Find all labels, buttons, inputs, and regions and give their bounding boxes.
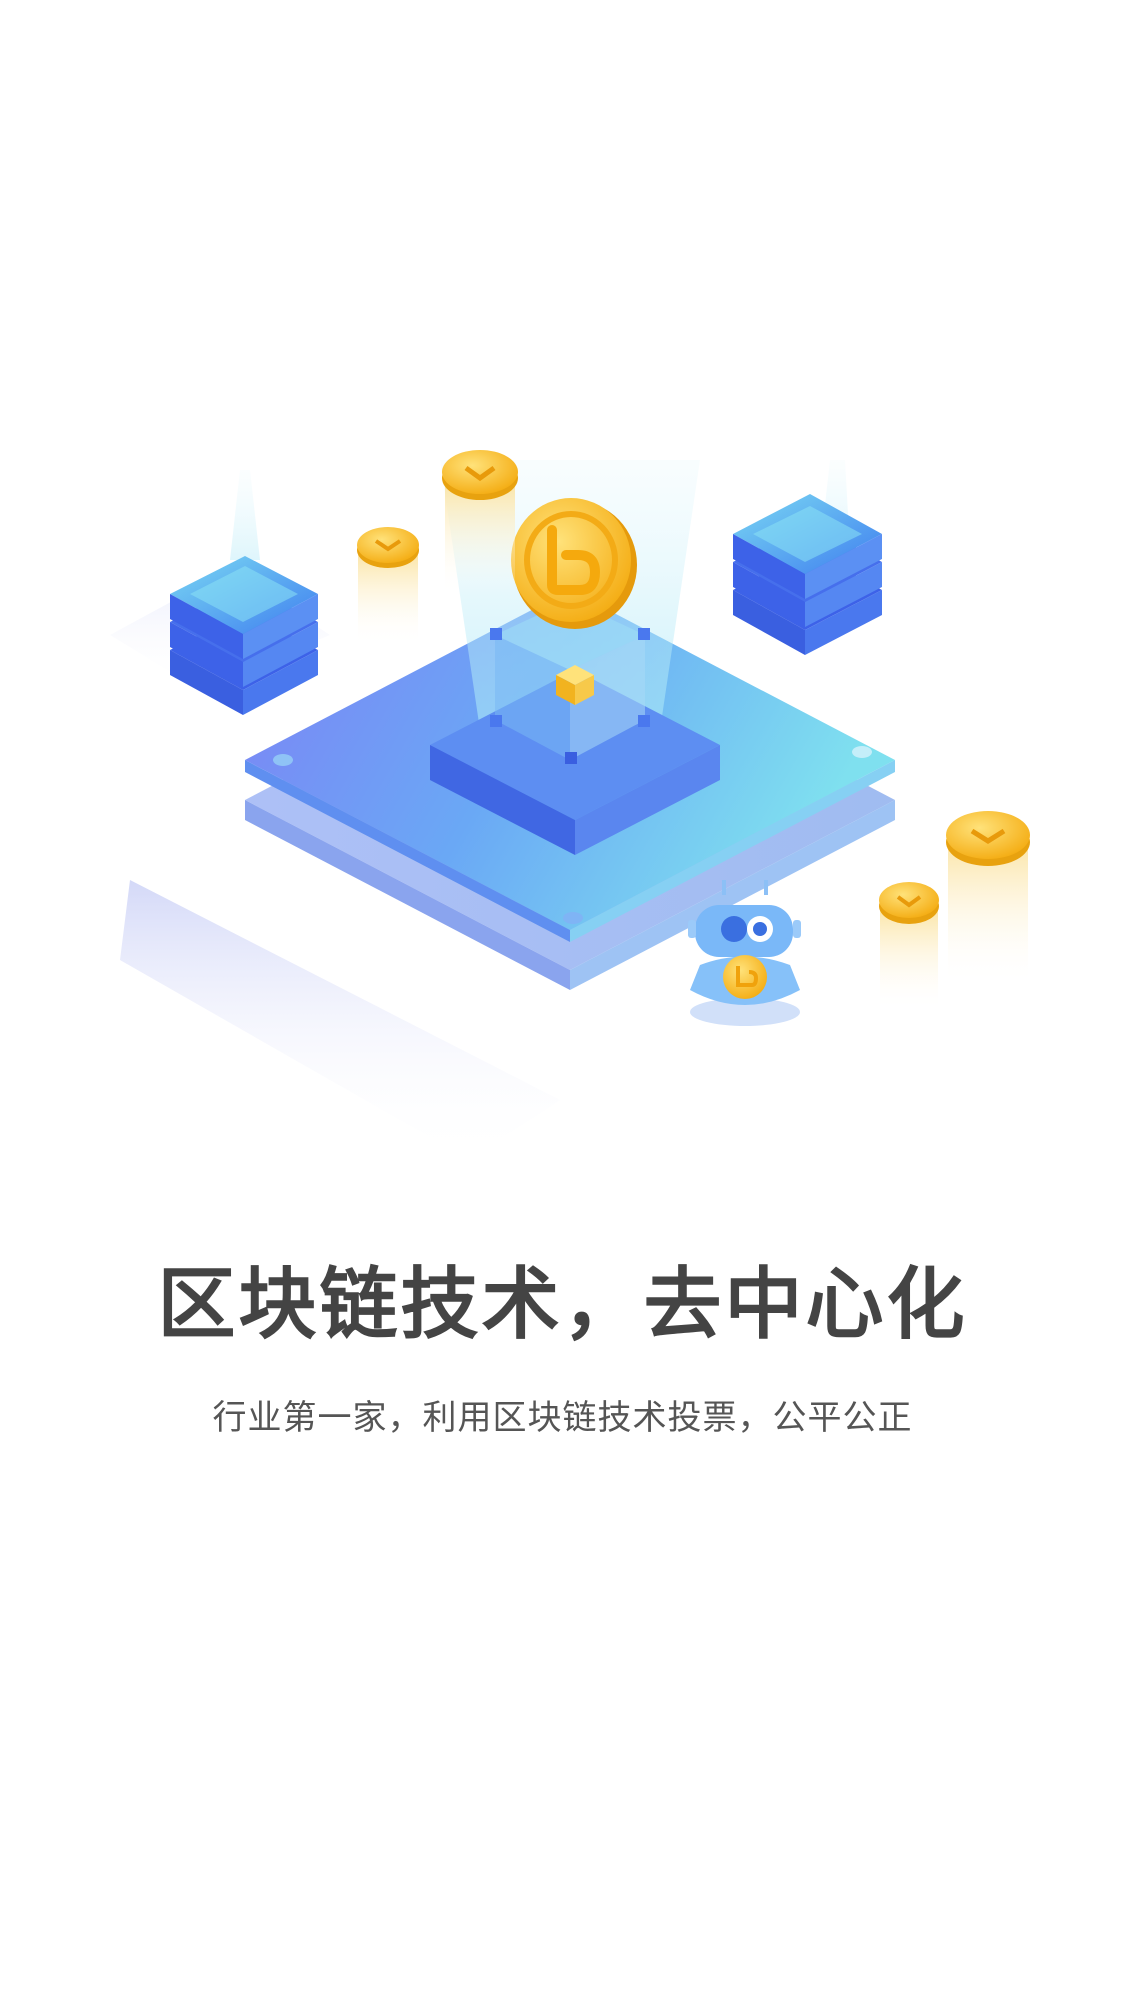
onboarding-headline: 区块链技术，去中心化	[157, 1260, 968, 1350]
coin-icon-right-large	[946, 811, 1030, 985]
coin-icon-left	[357, 527, 419, 645]
server-stack-left-icon	[170, 470, 318, 715]
coin-icon-top	[442, 450, 518, 595]
onboarding-subline: 行业第一家，利用区块链技术投票，公平公正	[212, 1398, 913, 1438]
illustration-svg	[110, 450, 1030, 1160]
blockchain-illustration	[0, 400, 1125, 1160]
server-stack-right-icon	[733, 460, 882, 655]
coin-icon-right-small	[879, 882, 939, 1010]
onboarding-screen: 区块链技术，去中心化 行业第一家，利用区块链技术投票，公平公正	[0, 0, 1125, 2001]
